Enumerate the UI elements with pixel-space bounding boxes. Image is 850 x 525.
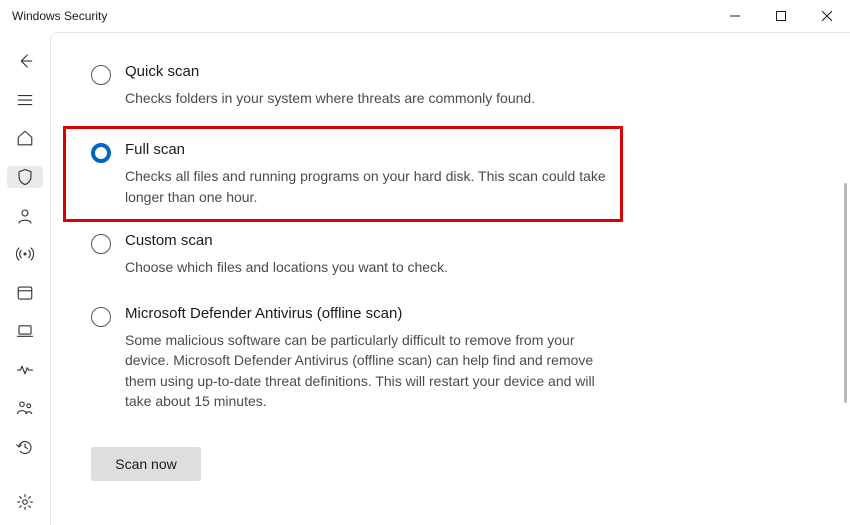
nav-firewall[interactable]: [7, 243, 43, 266]
option-desc: Checks folders in your system where thre…: [125, 88, 535, 108]
nav-settings[interactable]: [7, 490, 43, 513]
gear-icon: [16, 493, 34, 511]
option-quick-scan[interactable]: Quick scan Checks folders in your system…: [91, 53, 651, 126]
option-title: Full scan: [125, 141, 610, 158]
hamburger-icon: [16, 91, 34, 109]
shield-icon: [16, 168, 34, 186]
close-button[interactable]: [804, 0, 850, 32]
maximize-icon: [776, 11, 786, 21]
sidebar: [0, 32, 50, 525]
window-title: Windows Security: [12, 9, 107, 23]
nav-family[interactable]: [7, 397, 43, 420]
antenna-icon: [16, 245, 34, 263]
close-icon: [822, 11, 832, 21]
option-title: Microsoft Defender Antivirus (offline sc…: [125, 305, 615, 322]
option-custom-scan[interactable]: Custom scan Choose which files and locat…: [91, 222, 651, 295]
option-desc: Some malicious software can be particula…: [125, 330, 615, 411]
option-desc: Choose which files and locations you wan…: [125, 257, 448, 277]
option-desc: Checks all files and running programs on…: [125, 166, 610, 207]
menu-button[interactable]: [7, 89, 43, 112]
radio-full-scan[interactable]: [91, 143, 111, 163]
minimize-icon: [730, 11, 740, 21]
radio-offline-scan[interactable]: [91, 307, 111, 327]
nav-device-performance[interactable]: [7, 359, 43, 382]
radio-quick-scan[interactable]: [91, 65, 111, 85]
app-window-icon: [16, 284, 34, 302]
nav-device-security[interactable]: [7, 320, 43, 343]
scrollbar[interactable]: [844, 183, 847, 403]
scan-now-button[interactable]: Scan now: [91, 447, 201, 481]
option-full-scan[interactable]: Full scan Checks all files and running p…: [63, 126, 623, 222]
maximize-button[interactable]: [758, 0, 804, 32]
nav-home[interactable]: [7, 127, 43, 150]
window-controls: [712, 0, 850, 32]
scan-options-panel: Quick scan Checks folders in your system…: [50, 32, 850, 525]
radio-custom-scan[interactable]: [91, 234, 111, 254]
back-button[interactable]: [7, 50, 43, 73]
titlebar: Windows Security: [0, 0, 850, 32]
family-icon: [16, 399, 34, 417]
option-title: Custom scan: [125, 232, 448, 249]
back-arrow-icon: [16, 52, 34, 70]
history-icon: [16, 438, 34, 456]
heartbeat-icon: [16, 361, 34, 379]
person-icon: [16, 207, 34, 225]
home-icon: [16, 129, 34, 147]
nav-app-browser[interactable]: [7, 281, 43, 304]
nav-history[interactable]: [7, 436, 43, 459]
option-offline-scan[interactable]: Microsoft Defender Antivirus (offline sc…: [91, 295, 651, 429]
minimize-button[interactable]: [712, 0, 758, 32]
nav-account-protection[interactable]: [7, 204, 43, 227]
nav-virus-protection[interactable]: [7, 166, 43, 189]
option-title: Quick scan: [125, 63, 535, 80]
laptop-icon: [16, 322, 34, 340]
